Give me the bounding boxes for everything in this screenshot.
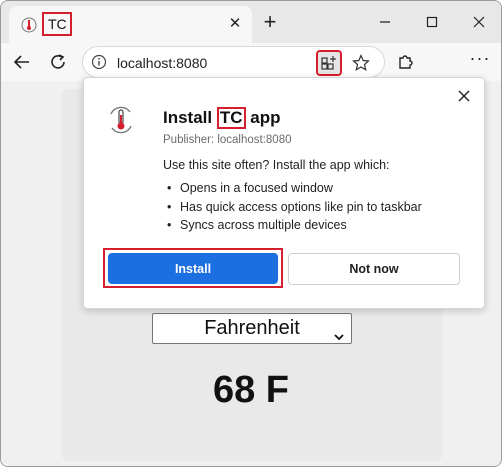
app-available-icon[interactable] [316, 50, 342, 76]
feature-list: • Opens in a focused window • Has quick ac… [163, 179, 422, 235]
temperature-value: 68 F [212, 369, 290, 411]
install-highlight: Install [103, 248, 283, 288]
dialog-title-suffix: app [245, 108, 281, 127]
maximize-icon[interactable] [422, 12, 442, 32]
install-app-dialog: Install TC app Publisher: localhost:8080… [83, 77, 485, 309]
address-bar[interactable]: localhost:8080 [82, 46, 385, 78]
unit-select-value: Fahrenheit [204, 317, 300, 339]
back-icon[interactable] [11, 51, 33, 73]
browser-window: TC ✕ + localhost:8080 ··· Fahrenheit 68 … [0, 0, 502, 467]
tab-strip: TC ✕ + [1, 1, 501, 43]
thermometer-icon [106, 104, 136, 136]
tab-title: TC [42, 12, 72, 36]
list-item: • Syncs across multiple devices [167, 218, 347, 232]
close-icon[interactable] [456, 88, 472, 104]
chevron-down-icon [333, 323, 345, 341]
reload-icon[interactable] [47, 51, 69, 73]
list-item: • Has quick access options like pin to ta… [167, 199, 422, 214]
unit-select[interactable]: Fahrenheit [152, 313, 352, 344]
browser-toolbar: localhost:8080 ··· [1, 43, 501, 81]
browser-tab[interactable]: TC ✕ [9, 6, 252, 43]
dialog-title: Install TC app [163, 106, 280, 130]
extensions-icon[interactable] [394, 51, 416, 73]
new-tab-icon[interactable]: + [261, 11, 279, 33]
not-now-button[interactable]: Not now [288, 253, 460, 285]
window-close-icon[interactable] [469, 12, 489, 32]
install-button[interactable]: Install [108, 253, 278, 284]
list-item: • Opens in a focused window [167, 181, 333, 195]
tab-close-icon[interactable]: ✕ [227, 16, 243, 32]
install-prompt: Use this site often? Install the app whi… [163, 158, 390, 172]
site-info-icon[interactable] [91, 54, 107, 70]
minimize-icon[interactable] [375, 12, 395, 32]
url-text: localhost:8080 [117, 55, 208, 71]
publisher-text: Publisher: localhost:8080 [163, 134, 292, 146]
more-options-icon[interactable]: ··· [469, 49, 491, 73]
thermometer-icon [21, 17, 37, 33]
favorite-star-icon[interactable] [351, 53, 371, 73]
dialog-title-app-name: TC [216, 107, 246, 129]
dialog-title-prefix: Install [163, 108, 217, 127]
